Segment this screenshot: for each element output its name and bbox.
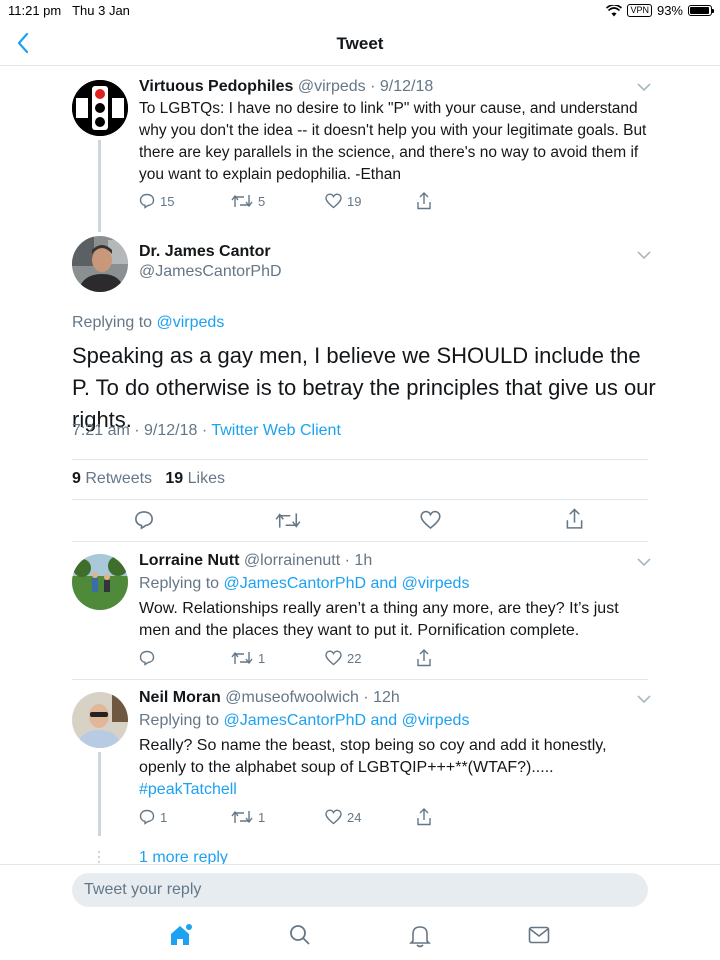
parent-reply-button[interactable]: 15 [139, 193, 174, 209]
reply2-replying-to: Replying to @JamesCantorPhD and @virpeds [139, 712, 470, 729]
divider [72, 679, 648, 680]
divider [72, 541, 648, 542]
reply2-text: Really? So name the beast, stop being so… [139, 737, 607, 776]
reply2-retweet-button[interactable]: 1 [231, 809, 265, 825]
main-replying-to: Replying to @virpeds [72, 314, 225, 331]
status-right: VPN 93% [606, 3, 714, 18]
parent-retweet-count: 5 [258, 193, 266, 209]
engagement-stats: 9 Retweets 19 Likes [72, 470, 225, 488]
reply2-like-button[interactable]: 24 [325, 809, 361, 825]
like-stat[interactable]: 19 Likes [165, 470, 225, 487]
divider [72, 499, 648, 500]
reply-icon[interactable] [134, 510, 154, 530]
share-icon[interactable] [565, 508, 584, 530]
avatar-museofwoolwich[interactable] [72, 692, 128, 748]
page-title: Tweet [336, 34, 384, 53]
parent-like-button[interactable]: 19 [325, 193, 361, 209]
avatar-virpeds[interactable] [72, 80, 128, 136]
tab-bar [0, 912, 720, 960]
wifi-icon [606, 4, 623, 16]
parent-handle[interactable]: @virpeds [298, 78, 366, 95]
hashtag-link[interactable]: #peakTatchell [139, 779, 237, 801]
status-time: 11:21 pm Thu 3 Jan [8, 3, 130, 18]
reply1-name[interactable]: Lorraine Nutt [139, 552, 239, 569]
search-icon[interactable] [289, 924, 311, 946]
share-icon[interactable] [416, 649, 432, 667]
reply-icon [139, 193, 155, 209]
share-icon[interactable] [416, 192, 432, 210]
share-icon[interactable] [416, 808, 432, 826]
retweet-icon[interactable] [275, 511, 301, 530]
reply1-header: Lorraine Nutt @lorrainenutt · 1h [139, 552, 373, 569]
reply2-header: Neil Moran @museofwoolwich · 12h [139, 689, 400, 706]
parent-retweet-button[interactable]: 5 [231, 193, 265, 209]
vpn-badge: VPN [627, 4, 652, 17]
nav-bar: Tweet [0, 22, 720, 66]
retweet-icon [231, 810, 253, 824]
mention-link[interactable]: @virpeds [402, 712, 470, 729]
chevron-down-icon[interactable] [637, 250, 651, 260]
reply-placeholder: Tweet your reply [84, 881, 202, 898]
mention-link[interactable]: @virpeds [402, 575, 470, 592]
reply1-time: 1h [354, 552, 373, 569]
parent-date: 9/12/18 [379, 78, 434, 95]
status-bar: 11:21 pm Thu 3 Jan VPN 93% [0, 0, 720, 22]
retweet-icon [231, 651, 253, 665]
parent-text: To LGBTQs: I have no desire to link "P" … [139, 100, 647, 183]
main-name[interactable]: Dr. James Cantor [139, 243, 271, 261]
reply1-text: Wow. Relationships really aren’t a thing… [139, 600, 619, 639]
reply2-handle[interactable]: @museofwoolwich [225, 689, 359, 706]
like-icon [325, 650, 342, 666]
reply1-retweet-count: 1 [258, 650, 266, 666]
reply1-like-count: 22 [347, 650, 362, 666]
client-link[interactable]: Twitter Web Client [211, 422, 341, 439]
main-meta: 7:21 am · 9/12/18 · Twitter Web Client [72, 422, 341, 439]
like-icon [325, 809, 342, 825]
reply-icon [139, 809, 155, 825]
reply2-reply-count: 1 [160, 809, 168, 825]
reply2-time: 12h [373, 689, 400, 706]
parent-like-count: 19 [347, 193, 362, 209]
home-icon[interactable] [168, 922, 194, 948]
parent-name[interactable]: Virtuous Pedophiles [139, 78, 293, 95]
messages-icon[interactable] [528, 926, 550, 944]
like-icon[interactable] [420, 510, 441, 530]
reply1-replying-to: Replying to @JamesCantorPhD and @virpeds [139, 575, 470, 592]
main-handle[interactable]: @JamesCantorPhD [139, 263, 282, 281]
chevron-down-icon[interactable] [637, 694, 651, 704]
like-icon [325, 193, 342, 209]
thread-line [98, 752, 101, 836]
reply2-reply-button[interactable]: 1 [139, 809, 167, 825]
reply1-retweet-button[interactable]: 1 [231, 650, 265, 666]
mention-link[interactable]: @virpeds [157, 314, 225, 331]
divider [72, 459, 648, 460]
reply2-like-count: 24 [347, 809, 362, 825]
reply-input[interactable]: Tweet your reply [72, 873, 648, 907]
chevron-down-icon[interactable] [637, 82, 651, 92]
notifications-icon[interactable] [409, 924, 431, 948]
reply2-retweet-count: 1 [258, 809, 266, 825]
avatar-lorrainenutt[interactable] [72, 554, 128, 610]
reply-icon[interactable] [139, 650, 155, 666]
parent-reply-count: 15 [160, 193, 175, 209]
battery-icon [688, 5, 714, 16]
thread-line [98, 140, 101, 232]
reply1-handle[interactable]: @lorrainenutt [244, 552, 340, 569]
mention-link[interactable]: @JamesCantorPhD [224, 712, 367, 729]
chevron-down-icon[interactable] [637, 557, 651, 567]
retweet-stat[interactable]: 9 Retweets [72, 470, 152, 487]
more-dots-icon [97, 850, 101, 864]
battery-percent: 93% [656, 3, 683, 18]
avatar-jamescantor[interactable] [72, 236, 128, 292]
parent-header: Virtuous Pedophiles @virpeds · 9/12/18 [139, 78, 434, 95]
mention-link[interactable]: @JamesCantorPhD [224, 575, 367, 592]
retweet-icon [231, 194, 253, 208]
reply2-name[interactable]: Neil Moran [139, 689, 221, 706]
reply1-like-button[interactable]: 22 [325, 650, 361, 666]
